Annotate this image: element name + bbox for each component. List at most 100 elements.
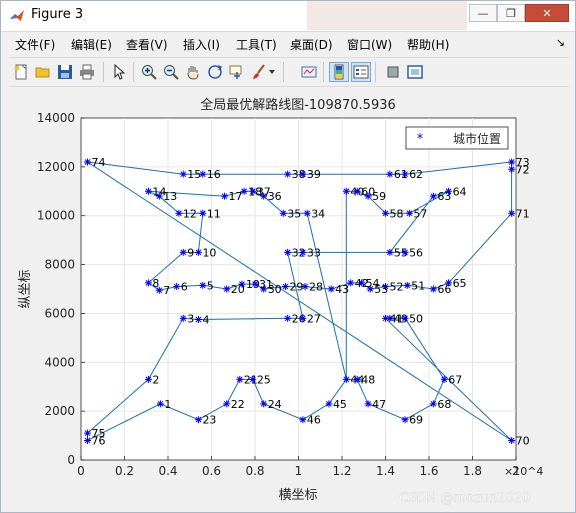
city-marker bbox=[403, 281, 411, 289]
link-plot-icon[interactable] bbox=[299, 62, 319, 82]
print-icon[interactable] bbox=[77, 62, 97, 82]
city-marker bbox=[342, 375, 350, 383]
city-marker bbox=[281, 283, 289, 291]
x-tick-label: 1 bbox=[295, 464, 303, 478]
zoom-out-icon[interactable] bbox=[161, 62, 181, 82]
menu-view[interactable]: 查看(V) bbox=[126, 36, 168, 53]
matlab-icon bbox=[10, 10, 24, 21]
city-label: 33 bbox=[307, 246, 321, 259]
new-figure-icon[interactable] bbox=[11, 62, 31, 82]
city-marker bbox=[260, 400, 268, 408]
city-marker bbox=[353, 375, 361, 383]
data-cursor-icon[interactable] bbox=[227, 62, 247, 82]
brush-dropdown-icon[interactable] bbox=[267, 62, 277, 82]
city-marker bbox=[175, 209, 183, 217]
menu-tools[interactable]: 工具(T) bbox=[236, 36, 277, 53]
city-label: 23 bbox=[202, 414, 216, 427]
city-label: 10 bbox=[202, 246, 216, 259]
minimize-button[interactable]: — bbox=[469, 4, 497, 22]
city-marker bbox=[445, 187, 453, 195]
x-tick-label: 1.6 bbox=[419, 464, 438, 478]
menu-file[interactable]: 文件(F) bbox=[15, 36, 55, 53]
edit-plot-arrow-icon[interactable] bbox=[109, 62, 129, 82]
pan-hand-icon[interactable] bbox=[183, 62, 203, 82]
city-label: 64 bbox=[453, 185, 467, 198]
y-tick-label: 14000 bbox=[37, 111, 75, 125]
city-marker bbox=[179, 314, 187, 322]
city-label: 7 bbox=[163, 284, 170, 297]
city-marker bbox=[508, 209, 516, 217]
city-label: 17 bbox=[229, 190, 243, 203]
city-label: 47 bbox=[372, 398, 386, 411]
city-marker bbox=[429, 285, 437, 293]
brush-icon[interactable] bbox=[249, 62, 269, 82]
x-tick-label: 0.6 bbox=[202, 464, 221, 478]
open-file-icon[interactable] bbox=[33, 62, 53, 82]
city-label: 8 bbox=[152, 277, 159, 290]
city-marker bbox=[299, 416, 307, 424]
city-marker bbox=[327, 285, 335, 293]
y-tick-label: 10000 bbox=[37, 209, 75, 223]
city-marker bbox=[179, 170, 187, 178]
city-label: 60 bbox=[361, 185, 375, 198]
insert-colorbar-icon[interactable] bbox=[329, 62, 349, 82]
city-marker bbox=[401, 416, 409, 424]
menu-desktop[interactable]: 桌面(D) bbox=[290, 36, 333, 53]
city-marker bbox=[156, 400, 164, 408]
hide-plot-tools-icon[interactable] bbox=[383, 62, 403, 82]
insert-legend-icon[interactable] bbox=[351, 62, 371, 82]
menu-overflow-icon[interactable]: ↘ bbox=[556, 36, 565, 49]
menu-window[interactable]: 窗口(W) bbox=[347, 36, 392, 53]
show-plot-tools-icon[interactable] bbox=[405, 62, 425, 82]
city-label: 24 bbox=[268, 398, 282, 411]
menu-help[interactable]: 帮助(H) bbox=[407, 36, 449, 53]
city-marker bbox=[279, 209, 287, 217]
city-marker bbox=[325, 400, 333, 408]
city-label: 68 bbox=[437, 398, 451, 411]
city-label: 16 bbox=[207, 168, 221, 181]
city-label: 27 bbox=[307, 312, 321, 325]
city-marker bbox=[358, 279, 366, 287]
city-label: 74 bbox=[92, 156, 106, 169]
city-label: 52 bbox=[390, 281, 404, 294]
city-marker bbox=[249, 187, 257, 195]
menu-edit[interactable]: 编辑(E) bbox=[71, 36, 112, 53]
toolbar-separator bbox=[323, 62, 324, 82]
menu-bar: 文件(F) 编辑(E) 查看(V) 插入(I) 工具(T) 桌面(D) 窗口(W… bbox=[9, 34, 569, 54]
y-axis-label: 纵坐标 bbox=[18, 269, 33, 308]
city-marker bbox=[386, 314, 394, 322]
city-label: 71 bbox=[516, 207, 530, 220]
city-marker bbox=[405, 209, 413, 217]
save-icon[interactable] bbox=[55, 62, 75, 82]
figure-toolbar bbox=[9, 57, 569, 87]
figure-canvas: 0 0.2 0.4 0.6 0.8 1 1.2 1.4 1.6 1.8 2 0 2000 4000 6000… bbox=[9, 87, 569, 507]
rotate-3d-icon[interactable] bbox=[205, 62, 225, 82]
figure-window: Figure 3 — ❐ ✕ 文件(F) 编辑(E) 查看(V) 插入(I) 工… bbox=[0, 0, 576, 513]
close-button[interactable]: ✕ bbox=[525, 4, 569, 22]
city-label: 6 bbox=[181, 281, 188, 294]
y-tick-label: 4000 bbox=[44, 355, 75, 369]
city-label: 51 bbox=[411, 279, 425, 292]
city-label: 1 bbox=[164, 398, 171, 411]
city-marker bbox=[240, 187, 248, 195]
y-tick-label: 8000 bbox=[44, 258, 75, 272]
legend-marker: * bbox=[417, 132, 424, 147]
city-label: 39 bbox=[307, 168, 321, 181]
city-label: 46 bbox=[307, 414, 321, 427]
zoom-in-icon[interactable] bbox=[139, 62, 159, 82]
restore-button[interactable]: ❐ bbox=[497, 4, 525, 22]
city-label: 31 bbox=[259, 278, 273, 291]
toolbar-separator bbox=[283, 62, 284, 82]
city-label: 70 bbox=[516, 434, 530, 447]
city-marker bbox=[401, 248, 409, 256]
city-marker bbox=[144, 375, 152, 383]
title-bar[interactable]: Figure 3 — ❐ ✕ bbox=[1, 1, 575, 32]
menu-insert[interactable]: 插入(I) bbox=[183, 36, 220, 53]
city-label: 20 bbox=[231, 283, 245, 296]
legend-box[interactable]: * 城市位置 bbox=[405, 126, 509, 150]
city-marker bbox=[199, 209, 207, 217]
window-title: Figure 3 bbox=[31, 7, 84, 22]
city-marker bbox=[223, 285, 231, 293]
toolbar-separator bbox=[375, 62, 376, 82]
city-label: 50 bbox=[409, 312, 423, 325]
